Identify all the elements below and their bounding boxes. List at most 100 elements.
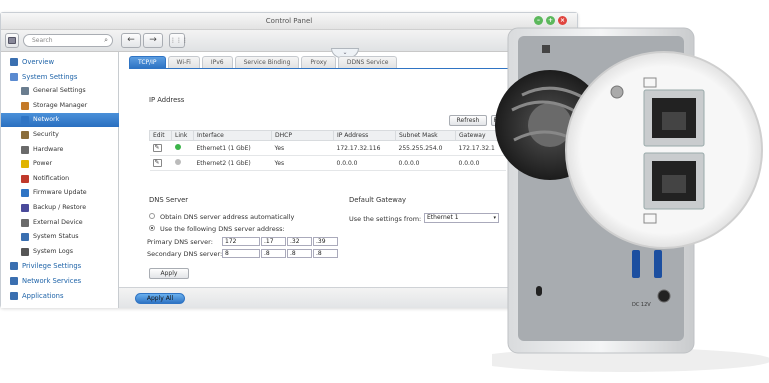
cell-dhcp: Yes xyxy=(271,155,334,171)
security-icon xyxy=(21,131,29,139)
lan-port-2-contacts xyxy=(662,175,686,193)
gateway-select[interactable]: Ethernet 1 ▾ xyxy=(424,213,499,223)
secondary-dns-octet-1[interactable]: 8 xyxy=(222,249,260,258)
sidebar-item-label: Firmware Update xyxy=(33,189,87,197)
sidebar-item-hardware[interactable]: Hardware xyxy=(1,143,119,157)
dns-apply-button[interactable]: Apply xyxy=(149,268,189,279)
general-settings-icon xyxy=(21,87,29,96)
edit-icon[interactable]: ✎ xyxy=(152,159,162,167)
sidebar-item-notification[interactable]: Notification xyxy=(1,172,119,186)
secondary-dns-octet-2[interactable]: .8 xyxy=(261,249,286,258)
column-header[interactable]: Link xyxy=(171,130,194,141)
apply-all-button[interactable]: Apply All xyxy=(135,293,185,304)
sidebar-item-external-device[interactable]: External Device xyxy=(1,216,119,230)
sidebar-item-label: Notification xyxy=(33,174,70,182)
primary-dns-octet-2[interactable]: .17 xyxy=(261,237,286,246)
sidebar: Overview System Settings General Settings S… xyxy=(1,52,119,308)
gateway-source-label: Use the settings from: xyxy=(349,215,422,223)
toolbar: Search ⌕ ← → ⋮⋮⋮ xyxy=(1,30,577,52)
search-placeholder: Search xyxy=(32,37,53,44)
sidebar-item-label: Hardware xyxy=(33,145,64,153)
search-icon: ⌕ xyxy=(104,36,108,44)
secondary-dns-octet-4[interactable]: .8 xyxy=(313,249,338,258)
nas-device-illustration: USB DC 12V xyxy=(492,27,769,372)
column-header[interactable]: Interface xyxy=(193,130,272,141)
sidebar-item-label: Power xyxy=(33,160,53,168)
edit-icon[interactable]: ✎ xyxy=(152,144,162,152)
tab-ipv6[interactable]: IPv6 xyxy=(201,56,233,68)
apps-button[interactable]: ⋮⋮⋮ xyxy=(169,33,188,48)
link-status-icon xyxy=(174,144,181,150)
tab-service-binding[interactable]: Service Binding xyxy=(234,56,300,68)
sidebar-item-backup-restore[interactable]: Backup / Restore xyxy=(1,201,119,215)
power-icon xyxy=(21,160,29,169)
sidebar-item-label: Applications xyxy=(22,291,64,300)
sidebar-item-label: External Device xyxy=(33,218,83,226)
tab-wi-fi[interactable]: Wi-Fi xyxy=(167,56,200,68)
default-gateway-heading: Default Gateway xyxy=(349,196,407,204)
cell-interface: Ethernet1 (1 GbE) xyxy=(193,140,272,156)
sidebar-item-firmware-update[interactable]: Firmware Update xyxy=(1,186,119,200)
sidebar-section-system-settings[interactable]: System Settings xyxy=(1,70,119,84)
hardware-icon xyxy=(21,145,29,154)
sidebar-section-overview[interactable]: Overview xyxy=(1,55,119,69)
sidebar-item-security[interactable]: Security xyxy=(1,128,119,142)
sidebar-item-label: Privilege Settings xyxy=(22,262,82,271)
dns-auto-radio[interactable] xyxy=(149,213,155,219)
column-header[interactable]: Subnet Mask xyxy=(395,130,456,141)
storage-manager-icon xyxy=(21,101,29,110)
tab-proxy[interactable]: Proxy xyxy=(301,56,336,68)
backup-restore-icon xyxy=(21,204,29,212)
column-header[interactable]: Edit xyxy=(149,130,172,141)
lock-slot xyxy=(536,286,542,296)
sidebar-item-label: General Settings xyxy=(33,87,86,95)
sidebar-section-network-services[interactable]: Network Services xyxy=(1,274,119,288)
forward-button[interactable]: → xyxy=(143,33,163,48)
cell-dhcp: Yes xyxy=(271,140,334,156)
sidebar-section-applications[interactable]: Applications xyxy=(1,289,119,303)
gateway-selected-value: Ethernet 1 xyxy=(427,214,459,221)
dns-manual-radio[interactable] xyxy=(149,225,155,231)
dns-server-heading: DNS Server xyxy=(149,196,189,204)
sidebar-item-storage-manager[interactable]: Storage Manager xyxy=(1,99,119,113)
primary-dns-octet-4[interactable]: .39 xyxy=(313,237,338,246)
column-header[interactable]: DHCP xyxy=(271,130,334,141)
table-row[interactable]: ✎ Ethernet2 (1 GbE) Yes 0.0.0.0 0.0.0.0 0.0.0… xyxy=(149,155,506,171)
window-title: Control Panel xyxy=(265,17,313,25)
forward-icon: → xyxy=(149,35,157,45)
network-icon xyxy=(21,116,29,125)
system-settings-icon xyxy=(10,72,18,81)
sidebar-item-system-status[interactable]: System Status xyxy=(1,230,119,244)
sidebar-item-power[interactable]: Power xyxy=(1,157,119,171)
sidebar-item-general-settings[interactable]: General Settings xyxy=(1,84,119,98)
sidebar-section-privilege-settings[interactable]: Privilege Settings xyxy=(1,259,119,273)
cell-ip: 0.0.0.0 xyxy=(333,155,396,171)
sidebar-item-network[interactable]: Network xyxy=(1,113,119,128)
cell-mask: 255.255.254.0 xyxy=(395,140,456,156)
sidebar-item-system-logs[interactable]: System Logs xyxy=(1,245,119,259)
privilege-settings-icon xyxy=(10,262,18,271)
external-device-icon xyxy=(21,218,29,227)
fan-hub xyxy=(528,103,572,147)
usb-port-2 xyxy=(654,250,662,278)
refresh-button[interactable]: Refresh xyxy=(449,115,487,126)
lan-port-1-contacts xyxy=(662,112,686,130)
table-row[interactable]: ✎ Ethernet1 (1 GbE) Yes 172.17.32.116 255.25… xyxy=(149,140,506,156)
tab-ddns-service[interactable]: DDNS Service xyxy=(337,56,398,68)
sidebar-item-label: Storage Manager xyxy=(33,101,88,109)
sidebar-item-label: System Status xyxy=(33,233,79,241)
primary-dns-octet-1[interactable]: 172 xyxy=(222,237,260,246)
menu-button[interactable] xyxy=(5,33,19,48)
tab-tcp-ip[interactable]: TCP/IP xyxy=(129,56,166,68)
cell-ip: 172.17.32.116 xyxy=(333,140,396,156)
dns-manual-label: Use the following DNS server address: xyxy=(160,225,285,233)
overview-icon xyxy=(10,58,18,66)
grid-icon xyxy=(8,37,16,44)
back-button[interactable]: ← xyxy=(121,33,141,48)
screw-icon xyxy=(610,85,624,99)
column-header[interactable]: IP Address xyxy=(333,130,396,141)
search-input[interactable]: Search ⌕ xyxy=(23,34,113,47)
sidebar-item-label: Network Services xyxy=(22,277,82,285)
primary-dns-octet-3[interactable]: .32 xyxy=(287,237,312,246)
secondary-dns-octet-3[interactable]: .8 xyxy=(287,249,312,258)
